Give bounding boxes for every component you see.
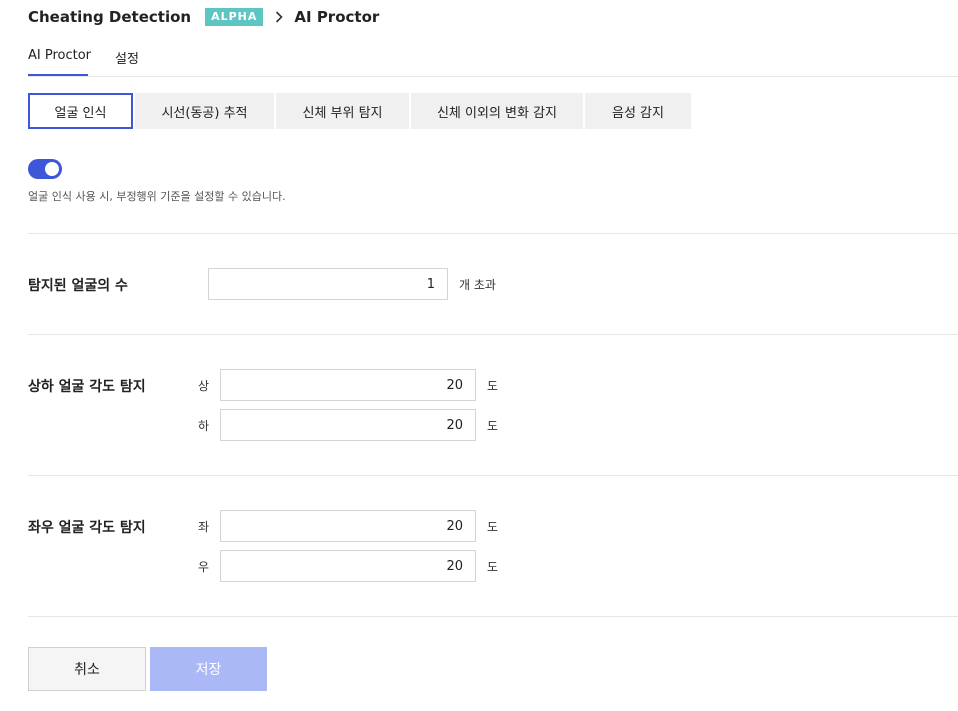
- down-label: 하: [198, 419, 210, 433]
- left-label: 좌: [198, 520, 210, 534]
- divider: [28, 475, 958, 476]
- tab-face-recognition[interactable]: 얼굴 인식: [28, 93, 133, 129]
- horizontal-angle-label: 좌우 얼굴 각도 탐지: [28, 520, 146, 536]
- save-button[interactable]: 저장: [150, 647, 267, 691]
- up-label: 상: [198, 379, 210, 393]
- up-angle-unit: 도: [487, 379, 499, 393]
- breadcrumb: Cheating Detection ALPHA AI Proctor: [28, 6, 379, 28]
- chevron-right-icon: [275, 11, 284, 23]
- tab-gaze-tracking[interactable]: 시선(동공) 추적: [135, 93, 274, 129]
- page: Cheating Detection ALPHA AI Proctor AI P…: [0, 0, 958, 711]
- top-tabs: AI Proctor 설정: [28, 40, 958, 77]
- app-title[interactable]: Cheating Detection: [28, 8, 191, 26]
- up-angle-input[interactable]: 20: [220, 369, 476, 401]
- tab-body-part-detection[interactable]: 신체 부위 탐지: [276, 93, 409, 129]
- tab-ai-proctor[interactable]: AI Proctor: [28, 48, 91, 76]
- left-angle-unit: 도: [487, 520, 499, 534]
- tab-voice-detection[interactable]: 음성 감지: [585, 93, 691, 129]
- left-angle-input[interactable]: 20: [220, 510, 476, 542]
- tab-non-body-change-detection[interactable]: 신체 이외의 변화 감지: [411, 93, 583, 129]
- face-count-unit: 개 초과: [459, 278, 496, 292]
- right-angle-unit: 도: [487, 560, 499, 574]
- alpha-badge: ALPHA: [205, 8, 264, 26]
- toggle-description: 얼굴 인식 사용 시, 부정행위 기준을 설정할 수 있습니다.: [28, 190, 286, 203]
- breadcrumb-current: AI Proctor: [294, 8, 380, 26]
- face-count-input[interactable]: 1: [208, 268, 448, 300]
- face-count-label: 탐지된 얼굴의 수: [28, 278, 128, 294]
- right-label: 우: [198, 560, 210, 574]
- tab-settings[interactable]: 설정: [115, 48, 139, 76]
- divider: [28, 616, 958, 617]
- divider: [28, 233, 958, 234]
- down-angle-unit: 도: [487, 419, 499, 433]
- right-angle-input[interactable]: 20: [220, 550, 476, 582]
- cancel-button[interactable]: 취소: [28, 647, 146, 691]
- vertical-angle-label: 상하 얼굴 각도 탐지: [28, 379, 146, 395]
- down-angle-input[interactable]: 20: [220, 409, 476, 441]
- divider: [28, 334, 958, 335]
- toggle-knob: [45, 162, 59, 176]
- face-recognition-toggle[interactable]: [28, 159, 62, 179]
